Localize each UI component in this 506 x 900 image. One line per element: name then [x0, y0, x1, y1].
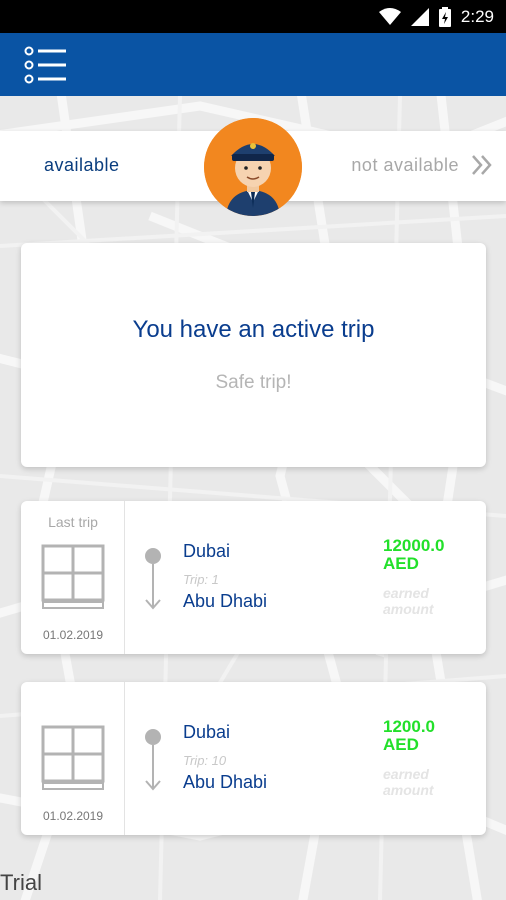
trip-number: Trip: 1	[183, 572, 219, 587]
double-chevron-right-icon[interactable]	[470, 153, 494, 177]
not-available-option[interactable]: not available	[351, 155, 459, 176]
available-option[interactable]: available	[44, 155, 120, 176]
trip-card-label: Last trip	[48, 514, 98, 530]
cargo-box-icon	[41, 725, 105, 790]
active-trip-title: You have an active trip	[132, 316, 375, 343]
signal-icon	[410, 7, 429, 26]
route-arrow-icon	[145, 729, 161, 791]
amount-value: 1200.0	[383, 717, 435, 736]
amount-currency: AED	[383, 554, 419, 573]
trip-card-left: Last trip 01.02.2019	[21, 501, 125, 654]
status-time: 2:29	[460, 6, 494, 26]
battery-icon	[438, 6, 451, 27]
trip-number: Trip: 10	[183, 753, 227, 768]
earned-amount-label: earned amount	[383, 585, 434, 617]
trial-watermark: Trial	[0, 870, 42, 895]
trip-destination: Abu Dhabi	[183, 772, 268, 792]
active-trip-card[interactable]: You have an active trip Safe trip!	[21, 243, 486, 467]
earned-amount-label: earned amount	[383, 766, 434, 798]
trip-amount: 1200.0 AED	[383, 718, 478, 754]
trip-date: 01.02.2019	[42, 628, 104, 642]
route-arrow-icon	[145, 548, 161, 610]
trip-origin: Dubai	[183, 541, 231, 561]
trip-card[interactable]: Last trip 01.02.2019 Dubai Trip: 1 Abu D…	[21, 501, 486, 654]
wifi-icon	[378, 7, 401, 25]
trip-card-left: 01.02.2019	[21, 682, 125, 835]
trip-amount: 12000.0 AED	[383, 537, 478, 573]
amount-currency: AED	[383, 735, 419, 754]
amount-value: 12000.0	[383, 536, 445, 555]
status-bar: 2:29	[0, 0, 506, 33]
trip-card[interactable]: 01.02.2019 Dubai Trip: 10 Abu Dhabi 1200…	[21, 682, 486, 835]
cargo-box-icon	[41, 544, 105, 609]
trip-date: 01.02.2019	[42, 809, 104, 823]
app-bar	[0, 33, 506, 96]
active-trip-subtitle: Safe trip!	[215, 372, 292, 393]
driver-avatar[interactable]	[204, 118, 302, 216]
menu-icon[interactable]	[24, 46, 68, 84]
trip-destination: Abu Dhabi	[183, 591, 268, 611]
trip-origin: Dubai	[183, 722, 231, 742]
